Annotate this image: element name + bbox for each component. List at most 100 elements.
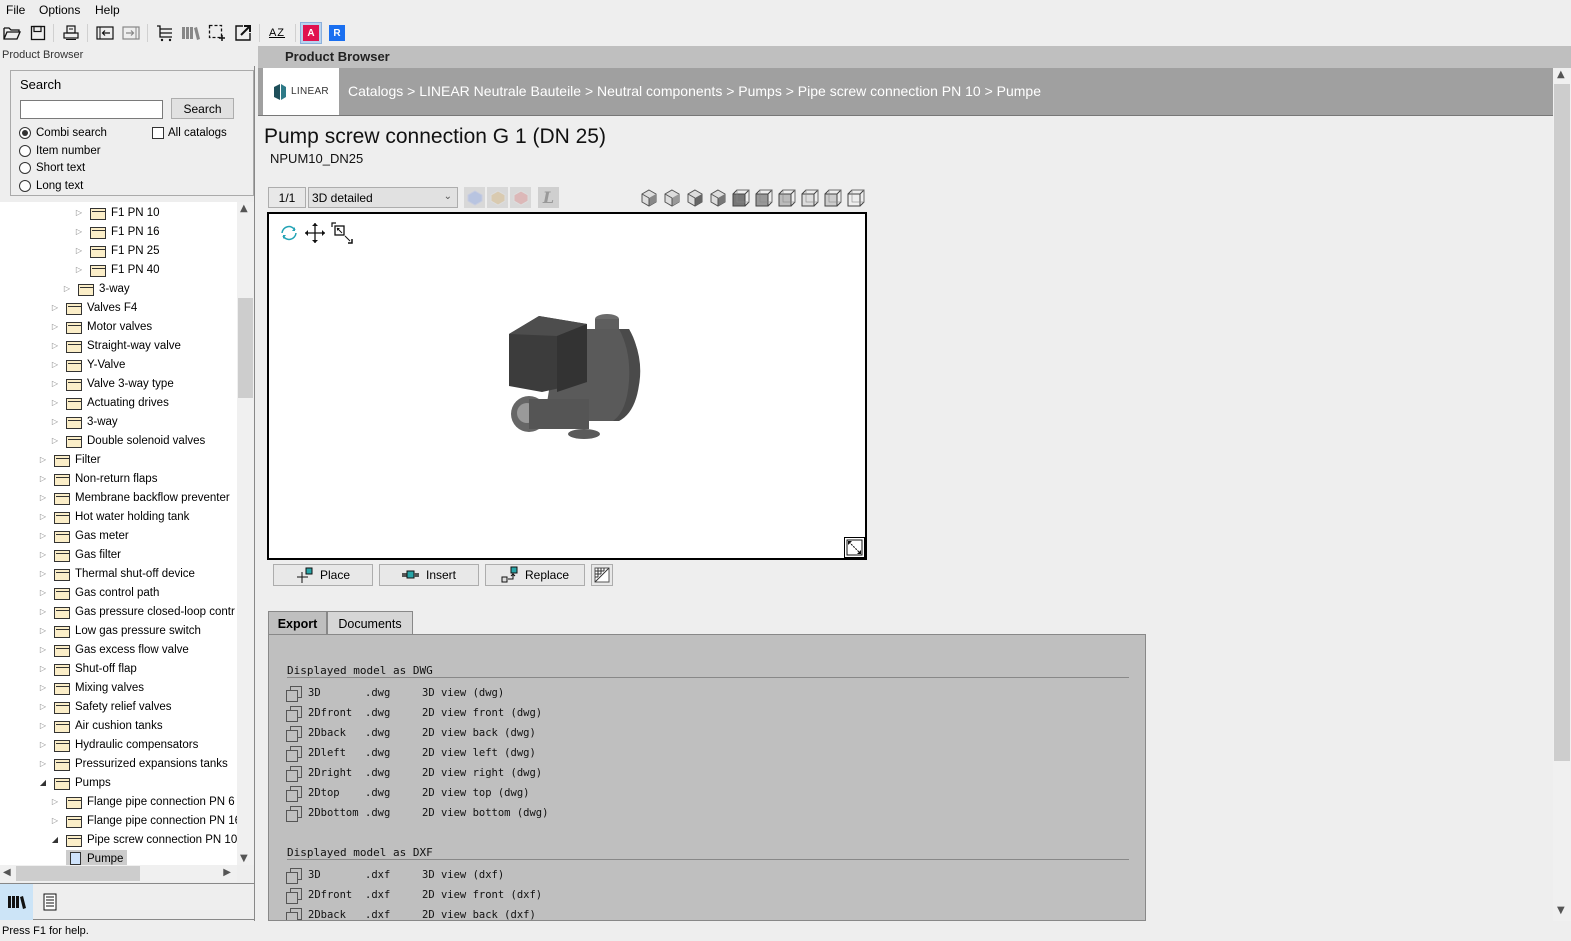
open-icon[interactable] <box>1 22 23 44</box>
place-button[interactable]: Place <box>273 564 373 586</box>
export-row[interactable]: 2Dback .dxf 2D view back (dxf) <box>286 906 536 920</box>
export-row[interactable]: 3D .dwg 3D view (dwg) <box>286 684 504 702</box>
copy-export-icon[interactable] <box>286 765 303 782</box>
copy-export-icon[interactable] <box>286 805 303 822</box>
expand-icon[interactable]: ▷ <box>38 493 48 502</box>
copy-export-icon[interactable] <box>286 685 303 702</box>
tree-item[interactable]: ▷ Air cushion tanks <box>38 716 163 735</box>
tree-item[interactable]: ▷ Straight-way valve <box>50 336 181 355</box>
tree-item[interactable]: ▷ 3-way <box>62 279 130 298</box>
scroll-left-icon[interactable]: ◀ <box>3 867 11 878</box>
rotate-icon[interactable] <box>278 222 300 244</box>
tree-item[interactable]: ▷ Double solenoid valves <box>50 431 205 450</box>
cart-icon[interactable] <box>154 22 176 44</box>
expand-icon[interactable]: ▷ <box>38 626 48 635</box>
expand-icon[interactable]: ▷ <box>38 588 48 597</box>
tree-horizontal-scrollbar[interactable]: ◀ ▶ <box>0 865 237 882</box>
expand-icon[interactable]: ▷ <box>50 303 60 312</box>
tab-documents[interactable]: Documents <box>327 611 413 635</box>
tree-item[interactable]: ▷ F1 PN 25 <box>74 241 160 260</box>
radio-indicator[interactable] <box>19 162 31 174</box>
linear-logo[interactable]: LINEAR <box>263 68 339 115</box>
tree-item[interactable]: ▷ Safety relief valves <box>38 697 172 716</box>
tree-item[interactable]: ◢ Pumps <box>38 773 111 792</box>
expand-icon[interactable]: ▷ <box>38 569 48 578</box>
tree-item[interactable]: ▷ Valve 3-way type <box>50 374 174 393</box>
menu-help[interactable]: Help <box>95 3 120 17</box>
tree-item[interactable]: ▷ Gas meter <box>38 526 129 545</box>
tab-export[interactable]: Export <box>268 611 327 635</box>
iso-view-3-icon[interactable] <box>685 188 705 208</box>
select-add-icon[interactable] <box>206 22 228 44</box>
bottom-view-icon[interactable] <box>846 188 866 208</box>
pan-icon[interactable] <box>304 222 326 244</box>
expand-icon[interactable]: ▷ <box>74 246 84 255</box>
a-badge-icon[interactable]: A <box>300 22 322 44</box>
tree-item[interactable]: ▷ Thermal shut-off device <box>38 564 195 583</box>
expand-icon[interactable]: ▷ <box>50 797 60 806</box>
color-beige-cube-icon[interactable] <box>487 187 508 208</box>
copy-export-icon[interactable] <box>286 785 303 802</box>
tree-item[interactable]: ▷ Hydraulic compensators <box>38 735 198 754</box>
right-view-icon[interactable] <box>800 188 820 208</box>
export-link-icon[interactable] <box>232 22 254 44</box>
expand-icon[interactable]: ▷ <box>50 360 60 369</box>
expand-icon[interactable]: ▷ <box>50 816 60 825</box>
expand-icon[interactable]: ▷ <box>38 512 48 521</box>
tree-item[interactable]: ▷ Y-Valve <box>50 355 125 374</box>
expand-icon[interactable]: ▷ <box>38 607 48 616</box>
tree-item[interactable]: ▷ Non-return flaps <box>38 469 157 488</box>
back-icon[interactable] <box>94 22 116 44</box>
library-icon[interactable] <box>180 22 202 44</box>
tree-item[interactable]: ▷ Hot water holding tank <box>38 507 189 526</box>
save-icon[interactable] <box>27 22 49 44</box>
collapse-icon[interactable]: ◢ <box>50 835 60 844</box>
color-red-cube-icon[interactable] <box>510 187 531 208</box>
left-view-icon[interactable] <box>777 188 797 208</box>
tree-item[interactable]: ▷ Pressurized expansions tanks <box>38 754 228 773</box>
tree-item[interactable]: ▷ Filter <box>38 450 101 469</box>
tree-item[interactable]: ▷ Gas control path <box>38 583 159 602</box>
copy-export-icon[interactable] <box>286 745 303 762</box>
iso-view-4-icon[interactable] <box>708 188 728 208</box>
product-3d-model[interactable] <box>489 309 649 439</box>
expand-icon[interactable]: ▷ <box>38 683 48 692</box>
expand-icon[interactable]: ▷ <box>50 379 60 388</box>
insert-button[interactable]: Insert <box>379 564 479 586</box>
color-blue-cube-icon[interactable] <box>464 187 485 208</box>
tree-item[interactable]: ▷ Mixing valves <box>38 678 144 697</box>
export-row[interactable]: 2Dleft .dwg 2D view left (dwg) <box>286 744 536 762</box>
radio-combi-search[interactable]: Combi search <box>19 127 107 139</box>
expand-icon[interactable]: ▷ <box>38 645 48 654</box>
view-mode-select[interactable]: 3D detailed ⌄ <box>308 187 458 208</box>
menu-file[interactable]: File <box>6 3 25 17</box>
scroll-right-icon[interactable]: ▶ <box>223 867 231 878</box>
expand-icon[interactable]: ▷ <box>38 702 48 711</box>
breadcrumb[interactable]: Catalogs > LINEAR Neutrale Bauteile > Ne… <box>348 83 1041 99</box>
export-row[interactable]: 2Dtop .dwg 2D view top (dwg) <box>286 784 529 802</box>
expand-icon[interactable]: ▷ <box>50 417 60 426</box>
export-row[interactable]: 2Dbottom .dwg 2D view bottom (dwg) <box>286 804 548 822</box>
radio-item-number[interactable]: Item number <box>19 145 101 157</box>
front-view-icon[interactable] <box>731 188 751 208</box>
copy-export-icon[interactable] <box>286 907 303 920</box>
tree-item[interactable]: ▷ Membrane backflow preventer <box>38 488 230 507</box>
search-input[interactable] <box>20 100 163 119</box>
tree-item[interactable]: Pumpe <box>66 849 128 865</box>
tab-list-icon[interactable] <box>33 884 66 920</box>
expand-icon[interactable]: ▷ <box>50 398 60 407</box>
scroll-down-icon[interactable]: ▼ <box>1557 905 1565 916</box>
forward-icon[interactable] <box>120 22 142 44</box>
print-icon[interactable] <box>60 22 82 44</box>
menu-options[interactable]: Options <box>39 3 80 17</box>
tree-item[interactable]: ▷ Flange pipe connection PN 6 <box>50 792 235 811</box>
radio-indicator[interactable] <box>19 180 31 192</box>
export-row[interactable]: 2Dright .dwg 2D view right (dwg) <box>286 764 542 782</box>
export-row[interactable]: 2Dfront .dwg 2D view front (dwg) <box>286 704 542 722</box>
copy-export-icon[interactable] <box>286 705 303 722</box>
expand-icon[interactable]: ▷ <box>38 759 48 768</box>
tree-item[interactable]: ▷ 3-way <box>50 412 118 431</box>
radio-indicator[interactable] <box>19 145 31 157</box>
radio-long-text[interactable]: Long text <box>19 180 83 192</box>
export-row[interactable]: 2Dfront .dxf 2D view front (dxf) <box>286 886 542 904</box>
